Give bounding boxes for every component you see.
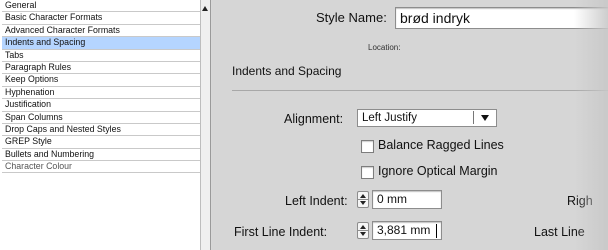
section-title: Indents and Spacing: [232, 64, 342, 78]
category-items: General Basic Character Formats Advanced C…: [0, 0, 210, 174]
text-caret: [436, 224, 437, 238]
first-line-indent-label: First Line Indent:: [234, 225, 328, 239]
stepper-down-icon[interactable]: [360, 201, 366, 205]
style-name-value: brød indryk: [400, 10, 471, 26]
dropdown-separator: [473, 111, 474, 124]
category-item-bullets-and-numbering[interactable]: Bullets and Numbering: [2, 149, 200, 162]
section-divider: [232, 90, 608, 91]
stepper-up-icon[interactable]: [360, 225, 366, 229]
dropdown-arrow-icon: [481, 115, 489, 121]
category-item-paragraph-rules[interactable]: Paragraph Rules: [2, 62, 200, 75]
category-item-advanced-character-formats[interactable]: Advanced Character Formats: [2, 25, 200, 38]
style-name-label: Style Name:: [316, 10, 387, 25]
left-indent-input[interactable]: 0 mm: [372, 190, 442, 209]
style-options-panel: Style Name: brød indryk Location: Indent…: [212, 0, 608, 250]
first-line-indent-value: 3,881 mm: [377, 223, 431, 237]
category-item-general[interactable]: General: [2, 0, 200, 13]
balance-ragged-lines-label[interactable]: Balance Ragged Lines: [378, 138, 504, 152]
stepper-down-icon[interactable]: [360, 232, 366, 236]
left-indent-label: Left Indent:: [285, 194, 348, 208]
category-item-character-colour[interactable]: Character Colour: [2, 161, 200, 174]
stepper-up-icon[interactable]: [360, 194, 366, 198]
alignment-value: Left Justify: [362, 112, 417, 124]
panel-edge-shadow: [574, 0, 608, 250]
category-item-basic-character-formats[interactable]: Basic Character Formats: [2, 12, 200, 25]
ignore-optical-margin-checkbox[interactable]: [361, 166, 374, 179]
category-item-span-columns[interactable]: Span Columns: [2, 112, 200, 124]
ignore-optical-margin-label[interactable]: Ignore Optical Margin: [378, 164, 498, 178]
alignment-label: Alignment:: [284, 112, 344, 126]
first-line-indent-stepper[interactable]: [357, 222, 369, 239]
category-item-tabs[interactable]: Tabs: [2, 50, 200, 62]
category-item-keep-options[interactable]: Keep Options: [2, 74, 200, 87]
category-item-grep-style[interactable]: GREP Style: [2, 136, 200, 149]
balance-ragged-lines-checkbox[interactable]: [361, 140, 374, 153]
left-indent-stepper[interactable]: [357, 191, 369, 208]
scroll-up-arrow-icon[interactable]: [202, 6, 208, 11]
category-item-hyphenation[interactable]: Hyphenation: [2, 87, 200, 100]
category-scrollbar[interactable]: [200, 0, 210, 250]
left-indent-value: 0 mm: [377, 192, 407, 206]
category-list: General Basic Character Formats Advanced C…: [0, 0, 211, 250]
first-line-indent-input[interactable]: 3,881 mm: [372, 221, 442, 240]
alignment-dropdown[interactable]: Left Justify: [357, 109, 497, 127]
category-item-drop-caps-and-nested-styles[interactable]: Drop Caps and Nested Styles: [2, 124, 200, 137]
category-item-indents-and-spacing[interactable]: Indents and Spacing: [2, 37, 200, 50]
category-item-justification[interactable]: Justification: [2, 99, 200, 112]
location-label: Location:: [368, 43, 401, 52]
